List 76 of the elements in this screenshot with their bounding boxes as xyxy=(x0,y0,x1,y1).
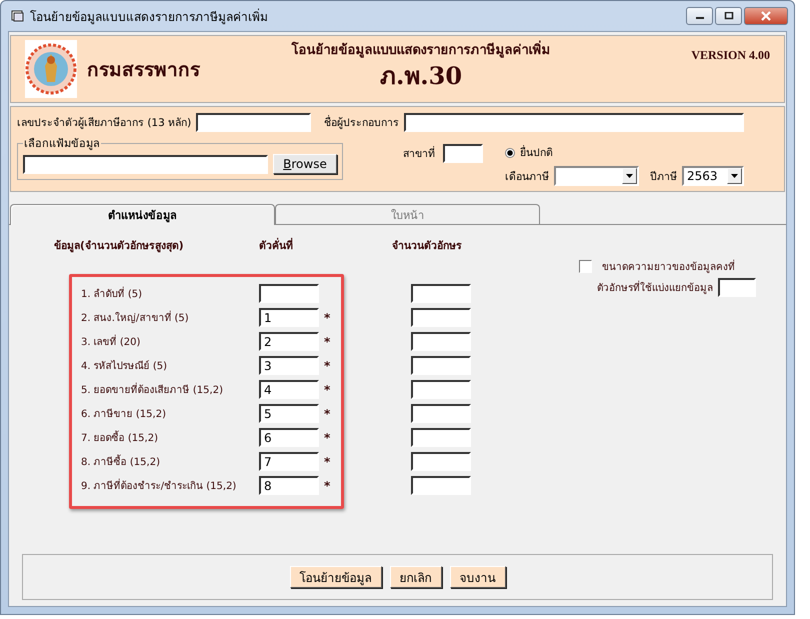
required-mark: * xyxy=(324,382,330,396)
action-button[interactable]: ยกเลิก xyxy=(390,566,442,588)
tax-id-field[interactable] xyxy=(196,113,312,132)
minimize-button[interactable] xyxy=(686,7,713,25)
year-dropdown[interactable]: 2563 xyxy=(682,166,744,186)
position-field[interactable]: 5 xyxy=(259,404,319,423)
month-label: เดือนภาษี xyxy=(505,170,549,184)
file-path-field[interactable] xyxy=(23,154,268,174)
caret-icon xyxy=(626,174,633,178)
position-field[interactable]: 6 xyxy=(259,428,319,447)
operator-field[interactable] xyxy=(404,113,744,132)
tab[interactable]: ใบหน้า xyxy=(275,204,540,224)
operator-label: ชื่อผู้ประกอบการ xyxy=(324,114,400,131)
fixed-length-checkbox[interactable] xyxy=(579,260,592,273)
length-field[interactable] xyxy=(411,380,471,399)
branch-label: สาขาที่ xyxy=(403,145,435,162)
required-mark: * xyxy=(324,454,330,468)
branch-field[interactable] xyxy=(443,144,483,163)
required-mark: * xyxy=(324,358,330,372)
position-field[interactable]: 2 xyxy=(259,332,319,351)
app-icon xyxy=(11,10,24,22)
maximize-icon xyxy=(724,12,734,20)
emblem-logo xyxy=(25,40,77,98)
fixed-length-label: ขนาดความยาวของข้อมูลคงที่ xyxy=(602,259,735,274)
length-field[interactable] xyxy=(411,332,471,351)
field-label: 7. ยอดซื้อ (15,2) xyxy=(81,430,259,445)
action-button[interactable]: โอนย้ายข้อมูล xyxy=(290,566,382,588)
close-icon xyxy=(760,11,772,21)
version-label: VERSION 4.00 xyxy=(691,48,770,63)
browse-button[interactable]: Browse xyxy=(273,154,337,174)
position-field[interactable]: 3 xyxy=(259,356,319,375)
field-label: 4. รหัสไปรษณีย์ (5) xyxy=(81,359,168,373)
required-mark: * xyxy=(324,310,330,324)
length-field[interactable] xyxy=(411,452,471,471)
required-mark: * xyxy=(324,478,330,492)
field-label: 3. เลขที่ (20) xyxy=(81,334,259,349)
caret-icon xyxy=(731,174,738,178)
tax-id-label: เลขประจำตัวผู้เสียภาษีอากร (13 หลัก) xyxy=(17,116,192,131)
required-mark: * xyxy=(324,334,330,348)
field-label: 8. ภาษีซื้อ (15,2) xyxy=(81,454,259,469)
filing-label: ยื่นปกติ xyxy=(520,144,553,161)
maximize-button[interactable] xyxy=(715,7,742,25)
tab[interactable]: ตำแหน่งข้อมูล xyxy=(10,204,275,225)
length-field[interactable] xyxy=(411,476,471,495)
position-field[interactable]: 7 xyxy=(259,452,319,471)
length-field[interactable] xyxy=(411,356,471,375)
field-label: 6. ภาษีขาย (15,2) xyxy=(81,408,167,421)
field-label: 5. ยอดขายที่ต้องเสียภาษี (15,2) xyxy=(81,382,259,397)
length-field[interactable] xyxy=(411,404,471,423)
page-title: โอนย้ายข้อมูลแบบแสดงรายการภาษีมูลค่าเพิ่ม xyxy=(292,39,550,60)
position-field[interactable] xyxy=(259,284,319,303)
required-mark: * xyxy=(324,430,330,444)
column-header: ตัวคั่นที่ xyxy=(259,237,392,254)
field-label: 1. ลำดับที่ (5) xyxy=(81,286,259,301)
close-button[interactable] xyxy=(744,7,788,25)
length-field[interactable] xyxy=(411,284,471,303)
length-field[interactable] xyxy=(411,428,471,447)
length-field[interactable] xyxy=(411,308,471,327)
delimiter-label: ตัวอักษรที่ใช้แบ่งแยกข้อมูล xyxy=(597,280,713,295)
file-group-label: เลือกแฟ้มข้อมูล xyxy=(23,136,101,152)
position-field[interactable]: 8 xyxy=(259,476,319,495)
field-label: 2. สนง.ใหญ่/สาขาที่ (5) xyxy=(81,310,259,325)
filing-radio[interactable] xyxy=(505,148,515,158)
field-label: 9. ภาษีที่ต้องชำระ/ชำระเกิน (15,2) xyxy=(81,478,259,493)
delimiter-field[interactable] xyxy=(718,278,756,297)
agency-name: กรมสรรพากร xyxy=(87,58,200,83)
column-header: ข้อมูล(จำนวนตัวอักษรสูงสุด) xyxy=(54,239,185,254)
column-header: จำนวนตัวอักษร xyxy=(392,239,462,254)
form-code: ภ.พ.30 xyxy=(380,60,462,92)
position-field[interactable]: 4 xyxy=(259,380,319,399)
action-button[interactable]: จบงาน xyxy=(450,566,506,588)
year-label: ปีภาษี xyxy=(650,170,677,184)
window-title: โอนย้ายข้อมูลแบบแสดงรายการภาษีมูลค่าเพิ่ม xyxy=(30,8,268,26)
month-dropdown[interactable] xyxy=(554,166,639,186)
required-mark: * xyxy=(324,406,330,420)
position-field[interactable]: 1 xyxy=(259,308,319,327)
